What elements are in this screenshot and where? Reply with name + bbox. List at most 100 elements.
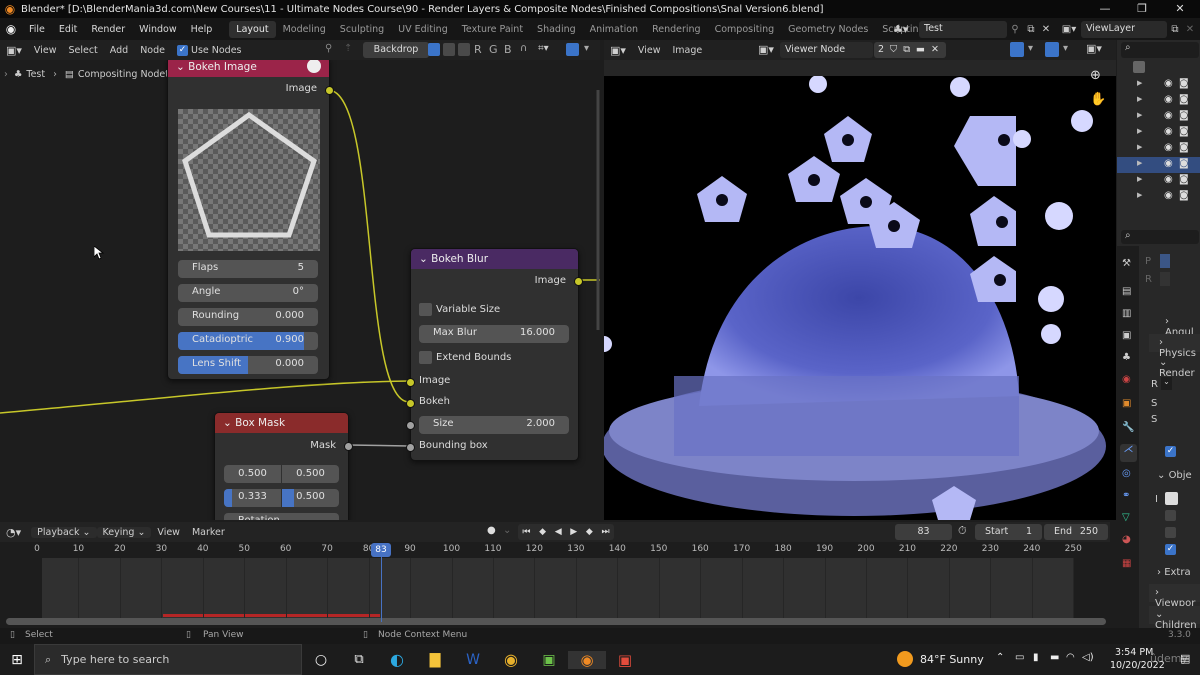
word-icon[interactable]: W bbox=[454, 652, 492, 668]
taskbar-search-box[interactable]: ⌕ Type here to search bbox=[34, 644, 302, 675]
node-menu-add[interactable]: Add bbox=[104, 45, 134, 56]
size-field[interactable]: Size 2.000 bbox=[419, 416, 569, 434]
box-mask-node-header[interactable]: ⌄ Box Mask bbox=[215, 413, 348, 433]
object-tab-icon[interactable]: ▣ bbox=[1122, 398, 1131, 409]
jump-end-icon[interactable]: ⏭ bbox=[601, 527, 609, 537]
expand-arrow-icon[interactable]: ▶ bbox=[1137, 95, 1142, 103]
maximize-button[interactable]: ❐ bbox=[1122, 0, 1162, 18]
scene-selector-icon[interactable]: ♣▾ bbox=[893, 23, 919, 36]
next-keyframe-icon[interactable]: ◆ bbox=[586, 527, 593, 537]
pin-icon[interactable]: ⚲ bbox=[1007, 24, 1023, 35]
image-name-field[interactable]: Viewer Node bbox=[780, 42, 873, 58]
rotation-field[interactable]: Rotation bbox=[224, 513, 339, 520]
expand-arrow-icon[interactable]: ▶ bbox=[1137, 143, 1142, 151]
outliner-row[interactable]: ▶ ◉ ◙ bbox=[1117, 93, 1200, 109]
catadioptric-field[interactable]: Catadioptric 0.900 bbox=[178, 332, 318, 350]
close-button[interactable]: ✕ bbox=[1160, 0, 1200, 18]
playback-menu[interactable]: Playback ⌄ bbox=[31, 526, 97, 538]
node-editor[interactable]: › ♣ Test › ▤ Compositing Nodetree ⌄ Boke… bbox=[0, 60, 600, 520]
expand-arrow-icon[interactable]: ▶ bbox=[1137, 159, 1142, 167]
image-viewer[interactable]: ⊕ ✋ bbox=[604, 60, 1116, 520]
angle-field[interactable]: Angle 0° bbox=[178, 284, 318, 302]
checkbox-off[interactable] bbox=[1165, 527, 1176, 538]
variable-size-checkbox[interactable]: Variable Size bbox=[419, 303, 500, 316]
tab-shading[interactable]: Shading bbox=[530, 21, 583, 38]
collapse-icon[interactable]: ⌄ bbox=[419, 253, 431, 265]
menu-window[interactable]: Window bbox=[132, 24, 183, 35]
record-button[interactable]: ● bbox=[487, 525, 496, 536]
outliner-row[interactable]: ▶ ◉ ◙ bbox=[1117, 109, 1200, 125]
panel-object[interactable]: ⌄ Obje bbox=[1157, 470, 1192, 481]
volume-icon[interactable]: ◁) bbox=[1082, 652, 1094, 663]
eye-icon[interactable]: ◉ bbox=[1164, 190, 1173, 201]
bokeh-image-node-header[interactable]: ⌄ Bokeh Image bbox=[168, 60, 329, 77]
tab-geometry-nodes[interactable]: Geometry Nodes bbox=[781, 21, 875, 38]
blender-menu-icon[interactable]: ◉ bbox=[0, 22, 22, 36]
fake-user-icon[interactable]: ⛉ bbox=[890, 44, 897, 56]
tab-compositing[interactable]: Compositing bbox=[708, 21, 782, 38]
outliner-row[interactable]: ▶ ◉ ◙ bbox=[1117, 173, 1200, 189]
scene-tab-icon[interactable]: ♣ bbox=[1122, 352, 1131, 363]
prev-keyframe-icon[interactable]: ◆ bbox=[539, 527, 546, 537]
tab-uv-editing[interactable]: UV Editing bbox=[391, 21, 455, 38]
preview-range-icon[interactable]: ⏱ bbox=[958, 524, 967, 538]
play-icon[interactable]: ▶ bbox=[570, 527, 577, 537]
camtasia-icon[interactable]: ▣ bbox=[530, 652, 568, 668]
minimize-button[interactable]: — bbox=[1085, 0, 1125, 18]
snap-icon[interactable]: ∩ bbox=[520, 43, 527, 54]
notifications-icon[interactable]: ▤ bbox=[1180, 652, 1190, 665]
cortana-icon[interactable]: ○ bbox=[302, 652, 340, 668]
camera-icon[interactable]: ◙ bbox=[1179, 190, 1189, 201]
tab-rendering[interactable]: Rendering bbox=[645, 21, 708, 38]
backdrop-toggle[interactable]: Backdrop bbox=[363, 42, 429, 58]
timeline-keyframes-area[interactable] bbox=[37, 558, 1075, 618]
box-mask-node[interactable]: ⌄ Box Mask Mask 0.500 0.500 0.333 0.500 … bbox=[214, 412, 353, 520]
menu-edit[interactable]: Edit bbox=[52, 24, 84, 35]
expand-arrow-icon[interactable]: ▶ bbox=[1137, 191, 1142, 199]
battery-icon[interactable]: ▬ bbox=[1050, 652, 1059, 663]
new-view-layer-icon[interactable]: ⧉ bbox=[1167, 24, 1183, 35]
outliner-row[interactable]: ▶ ◉ ◙ bbox=[1117, 77, 1200, 93]
weather-text[interactable]: 84°F Sunny bbox=[920, 653, 984, 666]
input-bounding-box-socket[interactable] bbox=[406, 443, 415, 452]
unlink-image-icon[interactable]: ✕ bbox=[931, 44, 939, 56]
camera-icon[interactable]: ◙ bbox=[1179, 142, 1189, 153]
checkbox-icon[interactable]: ✓ bbox=[176, 44, 188, 56]
prop-r-slider[interactable] bbox=[1160, 272, 1170, 286]
timeline-menu-marker[interactable]: Marker bbox=[186, 527, 231, 538]
rounding-field[interactable]: Rounding 0.000 bbox=[178, 308, 318, 326]
start-button[interactable]: ⊞ bbox=[0, 652, 34, 668]
image-browse-icon[interactable]: ▣▾ bbox=[752, 43, 780, 56]
microphone-icon[interactable]: ▮ bbox=[1033, 652, 1039, 663]
texture-tab-icon[interactable]: ▦ bbox=[1122, 558, 1131, 569]
camtasia-recorder-icon[interactable]: ▣ bbox=[606, 651, 644, 669]
data-tab-icon[interactable]: ▽ bbox=[1122, 512, 1130, 523]
outliner-row[interactable]: ▶ ◉ ◙ bbox=[1117, 125, 1200, 141]
open-image-icon[interactable]: ▬ bbox=[916, 44, 925, 56]
end-frame-field[interactable]: End 250 bbox=[1044, 524, 1108, 540]
timeline-ruler[interactable]: 0 10 20 30 40 50 60 70 80 90 100 110 120 130 140 150 160… bbox=[0, 542, 1110, 558]
record-dropdown-icon[interactable]: ⌄ bbox=[503, 525, 511, 536]
collapse-icon[interactable]: ⌄ bbox=[176, 61, 188, 73]
menu-file[interactable]: File bbox=[22, 24, 52, 35]
width-field[interactable]: 0.333 bbox=[224, 489, 281, 507]
timeline-horizontal-scrollbar[interactable] bbox=[6, 618, 1106, 625]
node-menu-select[interactable]: Select bbox=[62, 45, 103, 56]
particles-tab-icon[interactable]: ⋌ bbox=[1120, 444, 1137, 462]
pan-view-icon[interactable]: ✋ bbox=[1090, 92, 1106, 107]
max-blur-field[interactable]: Max Blur 16.000 bbox=[419, 325, 569, 343]
edge-icon[interactable]: ◐ bbox=[378, 650, 416, 669]
y-field[interactable]: 0.500 bbox=[282, 465, 339, 483]
checkbox-visible[interactable]: ✓ bbox=[1165, 446, 1176, 457]
render-dropdown[interactable]: ⌄ bbox=[1161, 377, 1172, 390]
input-size-socket[interactable] bbox=[406, 421, 415, 430]
use-nodes-toggle[interactable]: ✓ Use Nodes bbox=[171, 44, 248, 56]
play-reverse-icon[interactable]: ◀ bbox=[555, 527, 562, 537]
x-field[interactable]: 0.500 bbox=[224, 465, 281, 483]
material-tab-icon[interactable]: ◕ bbox=[1122, 534, 1131, 545]
tool-tab-icon[interactable]: ⚒ bbox=[1122, 258, 1131, 269]
channel-g-button[interactable]: G bbox=[489, 43, 498, 56]
display-channels-icon[interactable]: ▣▾ bbox=[1086, 42, 1102, 55]
start-frame-field[interactable]: Start 1 bbox=[975, 524, 1042, 540]
blender-taskbar-icon[interactable]: ◉ bbox=[568, 650, 606, 669]
